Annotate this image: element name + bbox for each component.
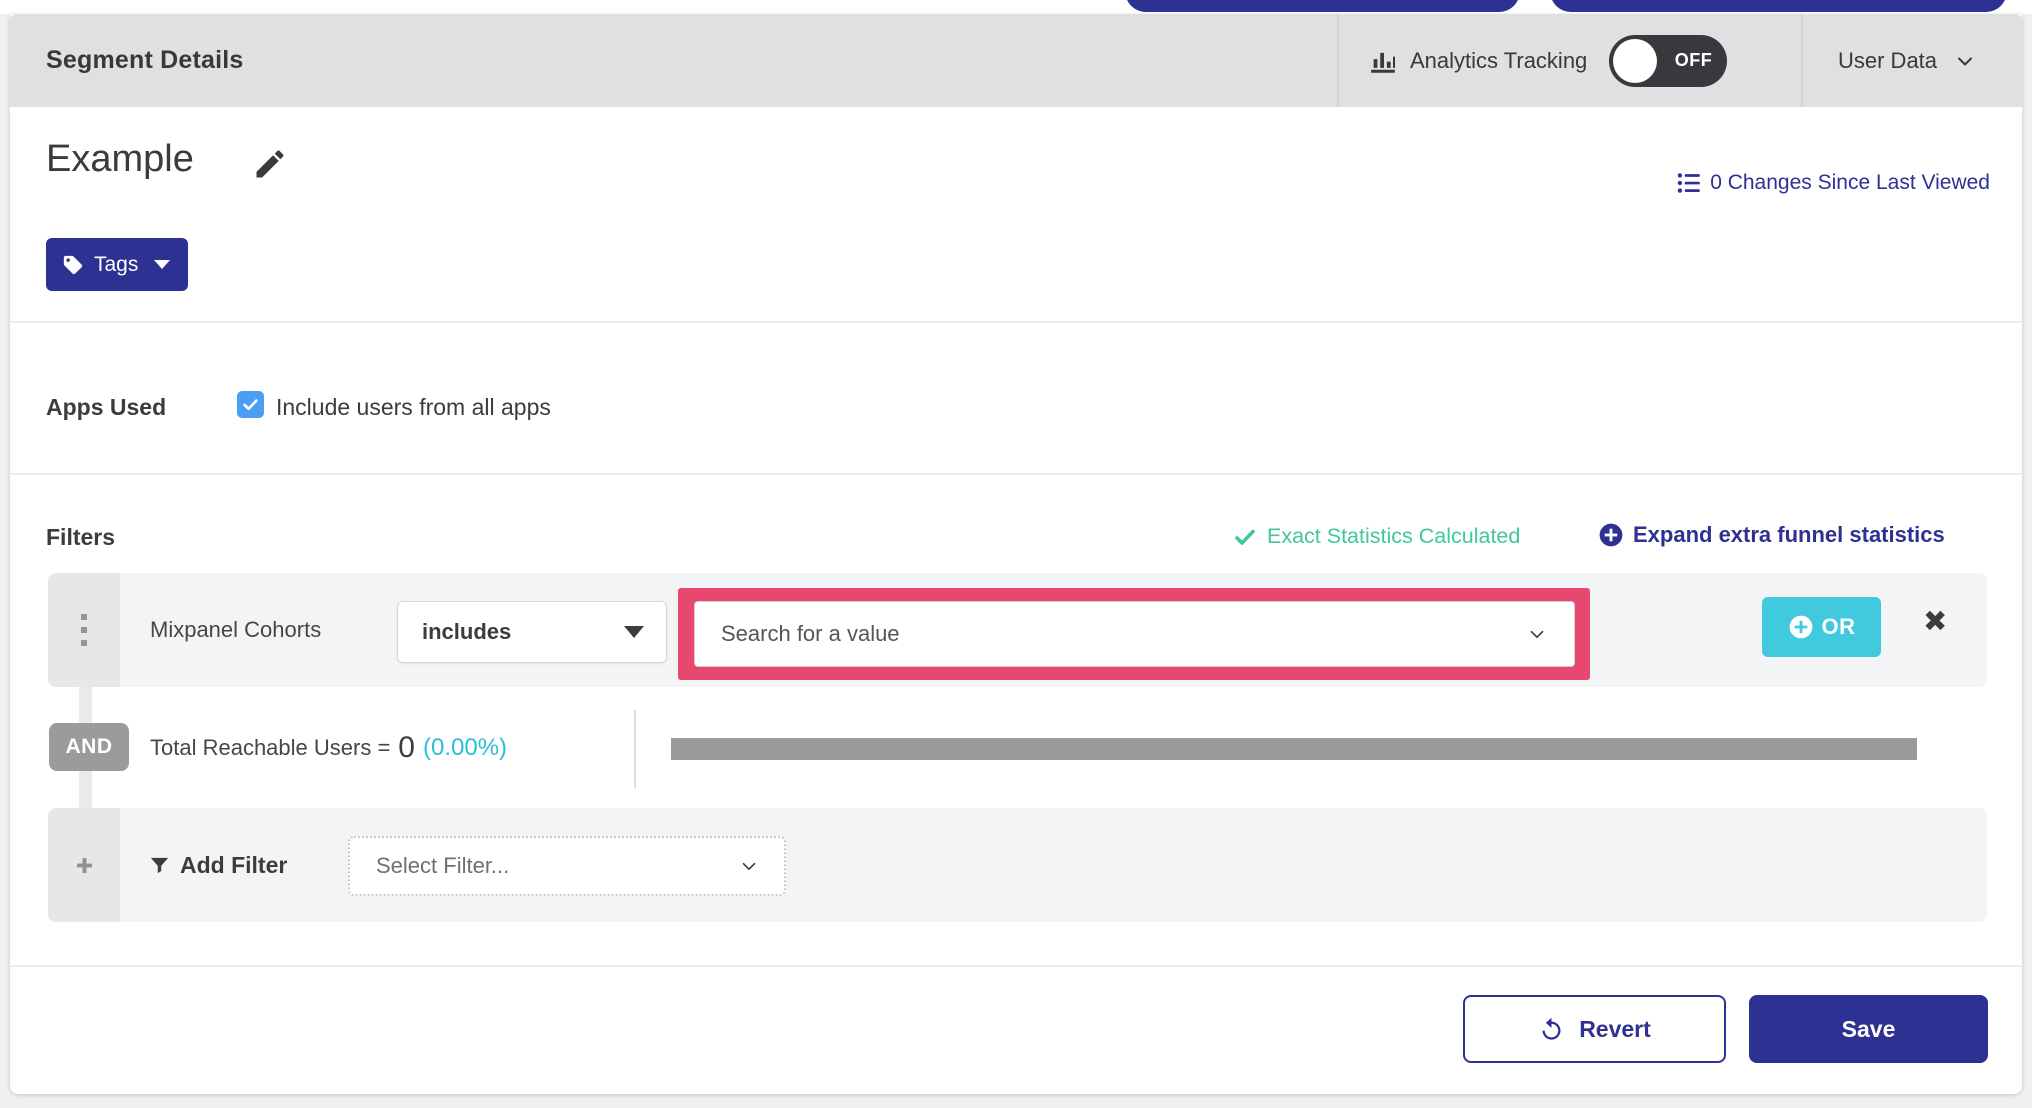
drag-handle-icon (81, 614, 87, 646)
checkmark-icon (241, 395, 260, 414)
tag-icon (62, 254, 84, 276)
caret-down-icon (154, 260, 171, 269)
header-divider (1337, 14, 1339, 107)
tags-button-label: Tags (94, 252, 139, 276)
toggle-knob (1613, 38, 1658, 83)
top-cutoff-button-2[interactable] (1550, 0, 2007, 12)
segment-details-screen: Segment Details Analytics Tracking OFF U… (0, 0, 2032, 1108)
pencil-icon[interactable] (252, 146, 288, 182)
filter-attribute-label: Mixpanel Cohorts (150, 617, 322, 642)
add-filter-gutter[interactable] (48, 808, 120, 922)
segment-name: Example (46, 138, 194, 180)
total-reachable-users: Total Reachable Users = 0 (0.00%) (150, 687, 507, 808)
user-data-dropdown[interactable]: User Data (1838, 14, 1977, 107)
changes-since-last-viewed-link[interactable]: 0 Changes Since Last Viewed (1676, 170, 1990, 196)
revert-button-label: Revert (1579, 1015, 1651, 1042)
add-filter-label: Add Filter (180, 851, 288, 878)
and-badge: AND (49, 723, 129, 771)
chevron-down-icon (738, 855, 760, 877)
plus-icon (74, 855, 95, 876)
changes-link-label: 0 Changes Since Last Viewed (1710, 171, 1990, 194)
remove-filter-icon[interactable]: ✖ (1923, 608, 1947, 637)
top-cutoff-button-1[interactable] (1125, 0, 1520, 12)
exact-statistics-status: Exact Statistics Calculated (1233, 524, 1520, 549)
checkmark-icon (1233, 525, 1257, 549)
tags-button[interactable]: Tags (46, 238, 189, 291)
add-or-condition-button[interactable]: OR (1762, 597, 1881, 657)
reachable-percent: (0.00%) (422, 733, 508, 761)
filters-heading: Filters (46, 524, 116, 550)
include-all-apps-checkbox[interactable] (237, 391, 264, 418)
plus-circle-icon (1598, 522, 1624, 548)
caret-down-icon (624, 626, 644, 638)
drag-handle[interactable] (48, 573, 120, 687)
revert-button[interactable]: Revert (1463, 995, 1726, 1063)
save-button-label: Save (1841, 1015, 1896, 1042)
page-title: Segment Details (46, 46, 244, 74)
changes-list-icon (1676, 170, 1702, 196)
exact-statistics-label: Exact Statistics Calculated (1267, 524, 1521, 548)
value-search-placeholder: Search for a value (721, 621, 900, 646)
select-filter-placeholder: Select Filter... (376, 853, 510, 878)
section-divider (10, 321, 2022, 323)
expand-funnel-statistics-link[interactable]: Expand extra funnel statistics (1598, 522, 1945, 548)
analytics-tracking-group: Analytics Tracking OFF (1368, 14, 1728, 107)
vertical-divider (634, 710, 636, 788)
or-button-label: OR (1821, 614, 1856, 639)
operator-select[interactable]: includes (397, 601, 667, 663)
bar-chart-icon (1368, 46, 1398, 76)
expand-funnel-label: Expand extra funnel statistics (1633, 522, 1945, 547)
revert-arrow-icon (1538, 1016, 1565, 1043)
select-filter-dropdown[interactable]: Select Filter... (348, 836, 786, 896)
chevron-down-icon (1953, 49, 1977, 73)
reachable-users-bar (671, 738, 1917, 760)
apps-used-label: Apps Used (46, 394, 167, 420)
analytics-tracking-toggle[interactable]: OFF (1609, 34, 1728, 87)
funnel-icon (148, 854, 171, 877)
include-all-apps-label: Include users from all apps (276, 394, 551, 420)
plus-circle-icon (1788, 614, 1814, 640)
save-button[interactable]: Save (1749, 995, 1988, 1063)
operator-value: includes (422, 619, 512, 644)
footer-divider (10, 965, 2022, 967)
chevron-down-icon (1526, 623, 1548, 645)
value-search-select[interactable]: Search for a value (694, 601, 1575, 667)
analytics-tracking-label: Analytics Tracking (1410, 47, 1588, 73)
reachable-label: Total Reachable Users = (150, 734, 391, 760)
add-filter-button[interactable]: Add Filter (148, 808, 287, 922)
user-data-label: User Data (1838, 47, 1938, 73)
reachable-value: 0 (398, 730, 415, 764)
add-filter-row (48, 808, 1987, 922)
section-divider (10, 473, 2022, 475)
header-divider (1801, 14, 1803, 107)
toggle-state-label: OFF (1674, 50, 1713, 70)
